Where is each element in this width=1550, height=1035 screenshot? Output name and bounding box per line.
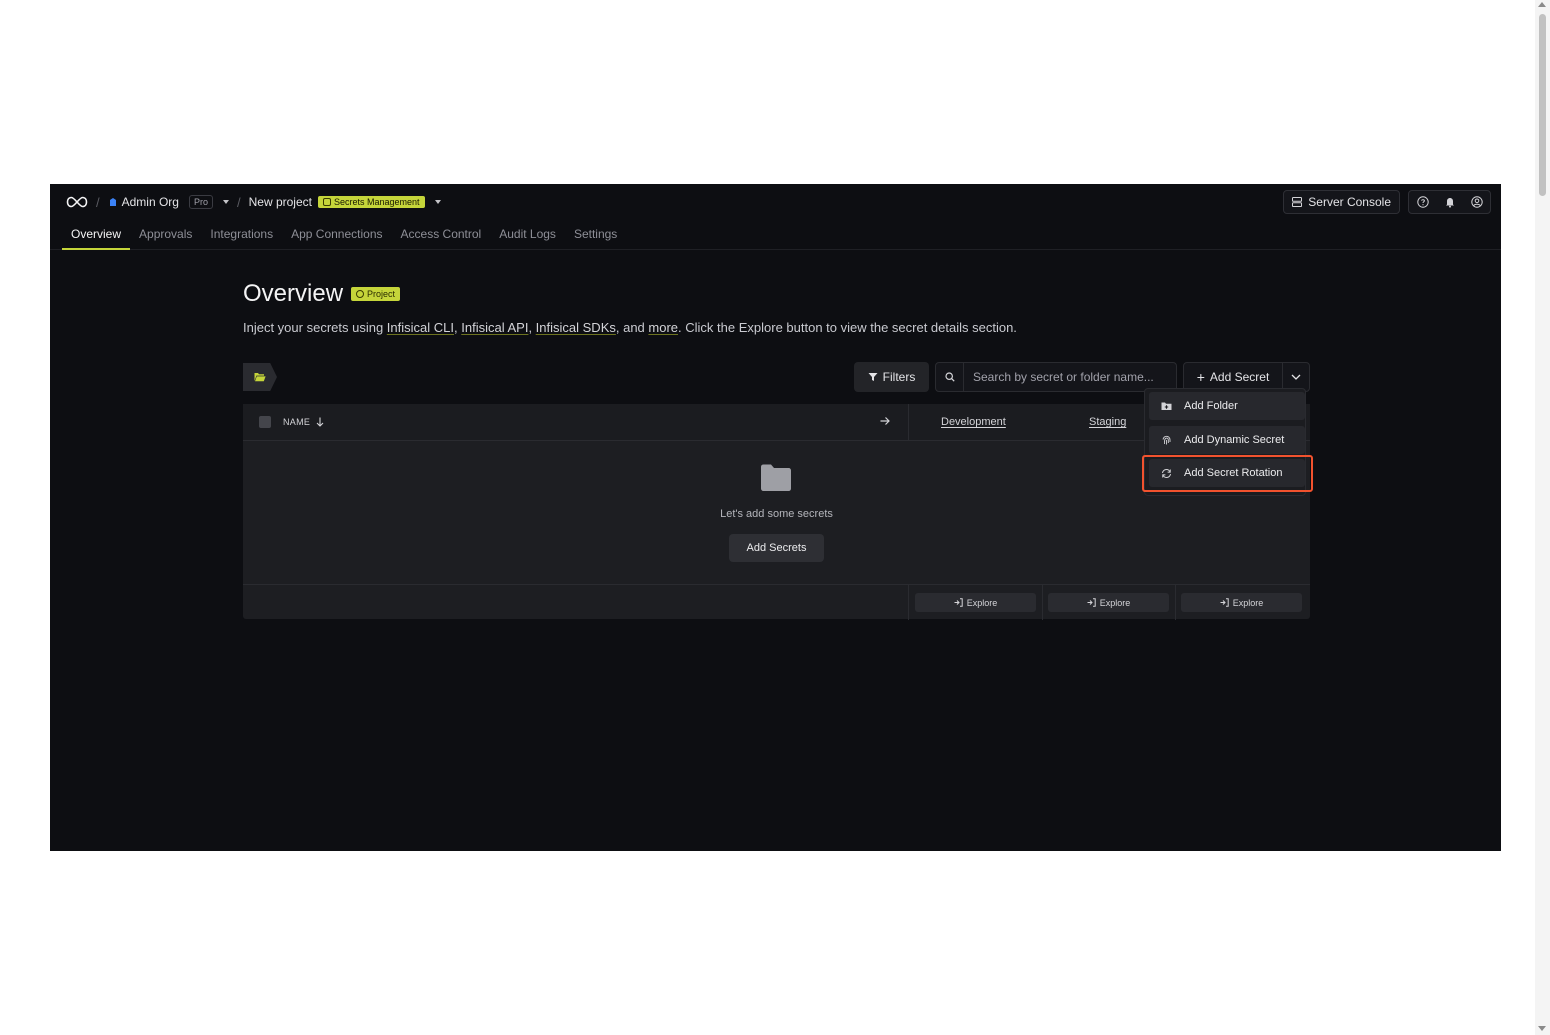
tab-integrations[interactable]: Integrations (201, 222, 282, 250)
tab-overview[interactable]: Overview (62, 222, 131, 250)
project-dropdown-chevron-icon[interactable] (434, 200, 441, 204)
app-window: / Admin Org Pro / New project Secrets Ma… (50, 184, 1501, 851)
tab-approvals[interactable]: Approvals (130, 222, 201, 250)
add-secret-button[interactable]: + Add Secret (1184, 363, 1282, 391)
project-tabs: Overview Approvals Integrations App Conn… (62, 222, 626, 250)
infisical-sdks-link[interactable]: Infisical SDKs (536, 320, 616, 335)
search-icon (944, 372, 955, 382)
help-button[interactable] (1409, 191, 1436, 213)
fingerprint-icon (1162, 435, 1171, 444)
project-badge-icon (356, 290, 365, 298)
desc-and: , and (615, 320, 649, 335)
org-plan-badge: Pro (188, 195, 213, 209)
sign-in-icon (1087, 598, 1096, 607)
tab-access-control[interactable]: Access Control (392, 222, 491, 250)
tab-settings[interactable]: Settings (565, 222, 626, 250)
bell-icon (1445, 198, 1454, 208)
select-all-checkbox[interactable] (259, 416, 271, 428)
org-icon (109, 198, 116, 206)
add-secret-dropdown-toggle[interactable] (1282, 363, 1309, 391)
env-header-development[interactable]: Development (941, 416, 1006, 428)
column-divider (908, 585, 909, 620)
secret-search (935, 362, 1177, 392)
name-column-label: NAME (283, 417, 311, 427)
filters-label: Filters (882, 370, 916, 384)
menu-item-label: Add Dynamic Secret (1184, 434, 1285, 446)
table-footer: Explore Explore Explore (243, 584, 1310, 620)
header-icon-group (1408, 190, 1491, 214)
more-link[interactable]: more (648, 320, 678, 335)
search-icon-wrapper (936, 363, 964, 391)
menu-item-add-dynamic-secret[interactable]: Add Dynamic Secret (1149, 426, 1305, 454)
root-folder-breadcrumb[interactable] (243, 363, 277, 391)
project-badge-label: Project (367, 289, 396, 299)
folder-icon (761, 464, 791, 491)
top-navigation: / Admin Org Pro / New project Secrets Ma… (50, 184, 1501, 250)
org-name[interactable]: Admin Org (122, 195, 179, 209)
user-account-button[interactable] (1463, 191, 1490, 213)
infisical-logo-icon[interactable] (66, 195, 88, 209)
filter-icon (868, 373, 878, 381)
project-type-label: Secrets Management (333, 197, 420, 207)
menu-item-label: Add Folder (1184, 400, 1238, 412)
explore-label: Explore (1099, 597, 1131, 608)
project-type-badge: Secrets Management (317, 196, 425, 208)
infisical-cli-link[interactable]: Infisical CLI (387, 320, 454, 335)
desc-prefix: Inject your secrets using (243, 320, 387, 335)
plus-icon: + (1196, 369, 1205, 385)
chevron-down-icon (1291, 374, 1301, 380)
server-console-label: Server Console (1308, 195, 1391, 209)
top-right-actions: Server Console (1283, 190, 1491, 214)
name-column-header[interactable]: NAME (283, 417, 324, 427)
explore-production-button[interactable]: Explore (1181, 593, 1302, 612)
user-circle-icon (1470, 196, 1483, 208)
desc-suffix: . Click the Explore button to view the s… (678, 320, 1017, 335)
secrets-management-icon (322, 198, 331, 206)
column-divider (1042, 585, 1043, 620)
highlight-box (1142, 455, 1313, 492)
main-content: Overview Project Inject your secrets usi… (243, 280, 1310, 620)
breadcrumb-separator: / (237, 194, 241, 210)
explore-development-button[interactable]: Explore (915, 593, 1036, 612)
project-name[interactable]: New project (249, 195, 312, 209)
tab-audit-logs[interactable]: Audit Logs (490, 222, 565, 250)
page-header: Overview Project (243, 280, 1310, 308)
folder-plus-icon (1161, 402, 1172, 410)
server-icon (1292, 197, 1303, 207)
add-secrets-button[interactable]: Add Secrets (729, 534, 824, 562)
explore-label: Explore (1232, 597, 1264, 608)
empty-state-message: Let's add some secrets (720, 508, 833, 520)
sort-arrow-down-icon (316, 417, 324, 427)
menu-item-add-folder[interactable]: Add Folder (1149, 392, 1305, 420)
filters-button[interactable]: Filters (854, 362, 929, 392)
breadcrumb: / Admin Org Pro / New project Secrets Ma… (66, 193, 441, 211)
infisical-api-link[interactable]: Infisical API (461, 320, 528, 335)
arrow-right-icon[interactable] (879, 415, 891, 427)
page-description: Inject your secrets using Infisical CLI,… (243, 320, 1017, 335)
scroll-down-arrow-icon[interactable] (1538, 1026, 1546, 1031)
column-divider (1175, 585, 1176, 620)
scroll-up-arrow-icon[interactable] (1538, 2, 1546, 7)
project-badge: Project (351, 287, 401, 301)
server-console-button[interactable]: Server Console (1283, 190, 1400, 214)
sign-in-icon (1220, 598, 1229, 607)
env-header-staging[interactable]: Staging (1089, 416, 1126, 428)
explore-label: Explore (966, 597, 998, 608)
breadcrumb-separator: / (96, 194, 100, 210)
notifications-button[interactable] (1436, 191, 1463, 213)
column-divider (908, 404, 909, 441)
tab-app-connections[interactable]: App Connections (282, 222, 391, 250)
sign-in-icon (954, 598, 963, 607)
folder-open-icon (254, 373, 266, 382)
page-title: Overview (243, 280, 344, 307)
search-input[interactable] (964, 370, 1164, 384)
org-dropdown-chevron-icon[interactable] (223, 200, 229, 204)
page-scrollbar[interactable] (1535, 0, 1550, 1035)
help-icon (1416, 196, 1429, 208)
add-secret-label: Add Secret (1209, 370, 1270, 384)
explore-staging-button[interactable]: Explore (1048, 593, 1169, 612)
scrollbar-thumb[interactable] (1539, 14, 1546, 196)
